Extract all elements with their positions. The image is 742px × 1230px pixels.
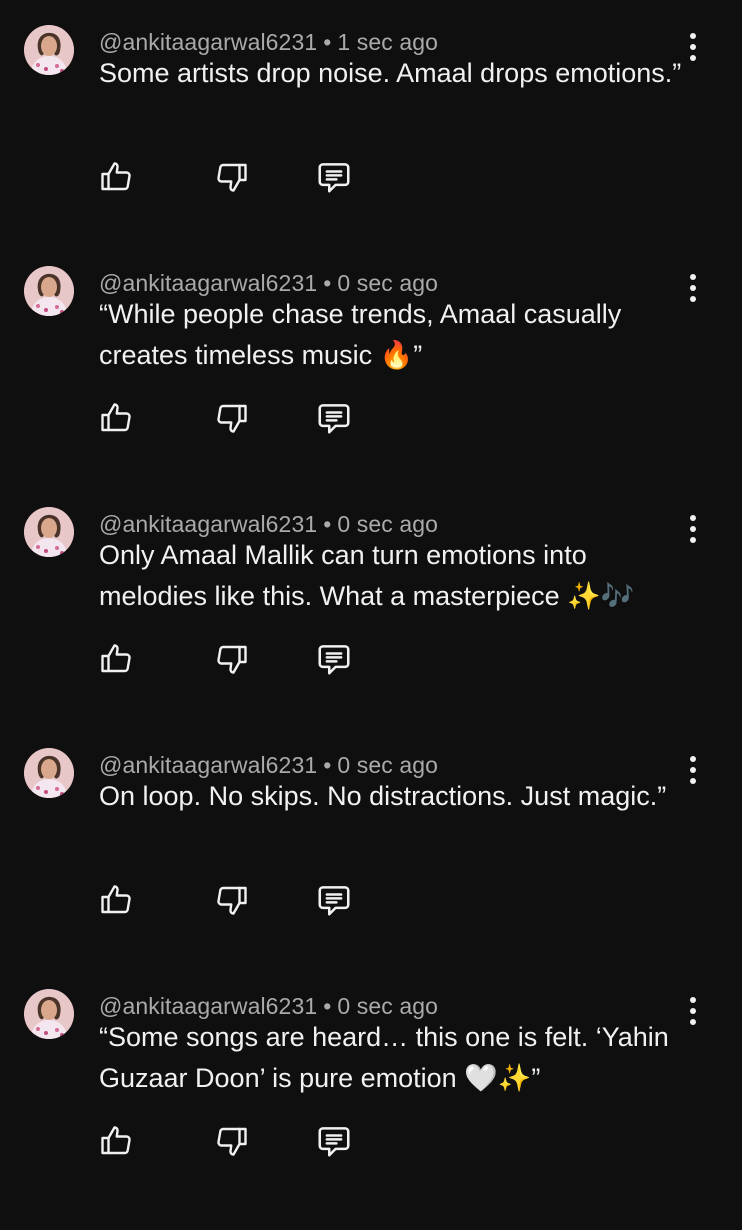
comment-author[interactable]: @ankitaagarwal6231 [99, 511, 317, 537]
comment-text: Only Amaal Mallik can turn emotions into… [99, 540, 635, 611]
thumbs-up-icon[interactable] [96, 880, 136, 920]
thumbs-up-icon[interactable] [96, 398, 136, 438]
comment: @ankitaagarwal6231 • 0 sec ago “While peop… [0, 266, 742, 507]
comment-time: 1 sec ago [337, 29, 439, 55]
meta-separator: • [323, 270, 332, 296]
more-vertical-icon[interactable] [680, 507, 706, 551]
comment: @ankitaagarwal6231 • 0 sec ago “Some songs… [0, 989, 742, 1230]
more-vertical-icon[interactable] [680, 266, 706, 310]
reply-icon[interactable] [314, 639, 354, 679]
comment: @ankitaagarwal6231 • 0 sec ago Only Amaal … [0, 507, 742, 748]
more-vertical-icon[interactable] [680, 989, 706, 1033]
comment-meta: @ankitaagarwal6231 • 0 sec ago [99, 752, 438, 779]
reply-icon[interactable] [314, 398, 354, 438]
meta-separator: • [323, 29, 332, 55]
comment: @ankitaagarwal6231 • 1 sec ago Some artist… [0, 25, 742, 266]
comment-text: On loop. No skips. No distractions. Just… [99, 781, 667, 811]
comment-meta: @ankitaagarwal6231 • 1 sec ago [99, 29, 438, 56]
meta-separator: • [323, 993, 332, 1019]
comment-time: 0 sec ago [337, 511, 439, 537]
meta-separator: • [323, 511, 332, 537]
thumbs-down-icon[interactable] [212, 880, 252, 920]
comment-time: 0 sec ago [337, 993, 439, 1019]
thumbs-down-icon[interactable] [212, 398, 252, 438]
thumbs-down-icon[interactable] [212, 639, 252, 679]
comment-text: “Some songs are heard… this one is felt.… [99, 1022, 669, 1093]
thumbs-down-icon[interactable] [212, 157, 252, 197]
comment-meta: @ankitaagarwal6231 • 0 sec ago [99, 270, 438, 297]
comment-text: “While people chase trends, Amaal casual… [99, 299, 622, 370]
comment-author[interactable]: @ankitaagarwal6231 [99, 270, 317, 296]
comment-meta: @ankitaagarwal6231 • 0 sec ago [99, 993, 438, 1020]
comment-meta: @ankitaagarwal6231 • 0 sec ago [99, 511, 438, 538]
avatar[interactable] [24, 989, 74, 1039]
reply-icon[interactable] [314, 880, 354, 920]
comment-time: 0 sec ago [337, 752, 439, 778]
comment-text: Some artists drop noise. Amaal drops emo… [99, 58, 682, 88]
meta-separator: • [323, 752, 332, 778]
thumbs-up-icon[interactable] [96, 639, 136, 679]
avatar[interactable] [24, 25, 74, 75]
more-vertical-icon[interactable] [680, 748, 706, 792]
thumbs-up-icon[interactable] [96, 1121, 136, 1161]
comment-author[interactable]: @ankitaagarwal6231 [99, 993, 317, 1019]
avatar[interactable] [24, 266, 74, 316]
comment-author[interactable]: @ankitaagarwal6231 [99, 752, 317, 778]
comment: @ankitaagarwal6231 • 0 sec ago On loop. No… [0, 748, 742, 989]
comment-author[interactable]: @ankitaagarwal6231 [99, 29, 317, 55]
avatar[interactable] [24, 748, 74, 798]
reply-icon[interactable] [314, 1121, 354, 1161]
thumbs-up-icon[interactable] [96, 157, 136, 197]
avatar[interactable] [24, 507, 74, 557]
thumbs-down-icon[interactable] [212, 1121, 252, 1161]
comment-time: 0 sec ago [337, 270, 439, 296]
reply-icon[interactable] [314, 157, 354, 197]
more-vertical-icon[interactable] [680, 25, 706, 69]
